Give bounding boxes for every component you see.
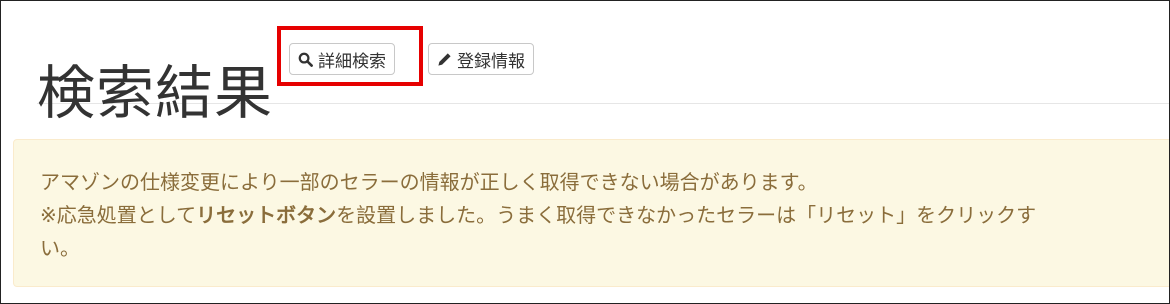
advanced-search-label: 詳細検索 — [318, 51, 386, 71]
alert-line-3: い。 — [40, 236, 80, 260]
alert-line-2-suffix: を設置しました。うまく取得できなかったセラーは「リセット」をクリックす — [336, 203, 1037, 227]
reset-button-mention: リセットボタン — [196, 203, 337, 227]
alert-line-1: アマゾンの仕様変更により一部のセラーの情報が正しく取得できない場合があります。 — [40, 170, 818, 194]
advanced-search-button[interactable]: 詳細検索 — [289, 43, 395, 75]
alert-line-2: ※応急処置としてリセットボタンを設置しました。うまく取得できなかったセラーは「リ… — [40, 199, 1169, 232]
alert-line-2-prefix: ※応急処置として — [40, 203, 197, 227]
search-icon — [298, 52, 313, 67]
page-title: 検索結果 — [37, 58, 274, 127]
registration-info-label: 登録情報 — [457, 51, 525, 71]
warning-alert: アマゾンの仕様変更により一部のセラーの情報が正しく取得できない場合があります。 … — [13, 139, 1169, 287]
pencil-icon — [437, 52, 452, 67]
screenshot-frame: 検索結果 詳細検索 登録情報 アマゾンの仕様変更により一部のセラーの情報が正しく… — [0, 0, 1170, 304]
registration-info-button[interactable]: 登録情報 — [428, 43, 534, 75]
page-header: 検索結果 詳細検索 登録情報 — [37, 19, 1169, 126]
